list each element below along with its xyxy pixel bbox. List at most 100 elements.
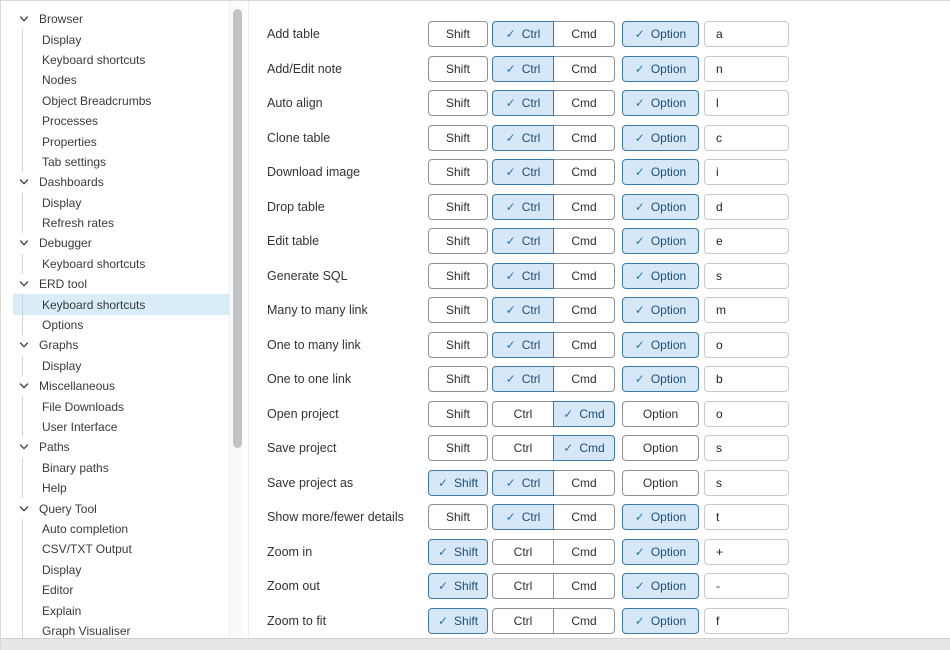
option-toggle[interactable]: ✓Option (622, 21, 699, 47)
key-input[interactable] (704, 90, 789, 116)
shift-toggle[interactable]: Shift (428, 228, 488, 254)
sidebar-item-nodes[interactable]: Nodes (13, 70, 229, 90)
chevron-down-icon[interactable] (15, 442, 33, 452)
sidebar-item-properties[interactable]: Properties (13, 131, 229, 151)
sidebar-item-display[interactable]: Display (13, 356, 229, 376)
cmd-toggle[interactable]: Cmd (553, 608, 615, 634)
cmd-toggle[interactable]: Cmd (553, 125, 615, 151)
key-input[interactable] (704, 435, 789, 461)
shift-toggle[interactable]: ✓Shift (428, 539, 488, 565)
option-toggle[interactable]: Option (622, 401, 699, 427)
ctrl-toggle[interactable]: ✓Ctrl (492, 504, 554, 530)
ctrl-toggle[interactable]: Ctrl (492, 401, 554, 427)
option-toggle[interactable]: ✓Option (622, 228, 699, 254)
key-input[interactable] (704, 401, 789, 427)
key-input[interactable] (704, 263, 789, 289)
key-input[interactable] (704, 504, 789, 530)
sidebar-item-file-downloads[interactable]: File Downloads (13, 396, 229, 416)
option-toggle[interactable]: ✓Option (622, 573, 699, 599)
sidebar-item-display[interactable]: Display (13, 193, 229, 213)
sidebar-item-processes[interactable]: Processes (13, 111, 229, 131)
sidebar-item-display[interactable]: Display (13, 560, 229, 580)
option-toggle[interactable]: ✓Option (622, 125, 699, 151)
sidebar-item-graphs[interactable]: Graphs (13, 335, 229, 355)
shift-toggle[interactable]: Shift (428, 56, 488, 82)
cmd-toggle[interactable]: Cmd (553, 90, 615, 116)
shift-toggle[interactable]: Shift (428, 21, 488, 47)
option-toggle[interactable]: ✓Option (622, 366, 699, 392)
ctrl-toggle[interactable]: ✓Ctrl (492, 366, 554, 392)
option-toggle[interactable]: ✓Option (622, 504, 699, 530)
sidebar-item-query-tool[interactable]: Query Tool (13, 498, 229, 518)
option-toggle[interactable]: ✓Option (622, 608, 699, 634)
sidebar-item-help[interactable]: Help (13, 478, 229, 498)
cmd-toggle[interactable]: ✓Cmd (553, 401, 615, 427)
cmd-toggle[interactable]: ✓Cmd (553, 435, 615, 461)
chevron-down-icon[interactable] (15, 279, 33, 289)
sidebar-item-display[interactable]: Display (13, 29, 229, 49)
sidebar-item-keyboard-shortcuts[interactable]: Keyboard shortcuts (13, 294, 229, 314)
sidebar-item-csv-txt-output[interactable]: CSV/TXT Output (13, 539, 229, 559)
ctrl-toggle[interactable]: ✓Ctrl (492, 263, 554, 289)
option-toggle[interactable]: ✓Option (622, 56, 699, 82)
sidebar-scrollbar-thumb[interactable] (233, 9, 242, 448)
sidebar-item-paths[interactable]: Paths (13, 437, 229, 457)
shift-toggle[interactable]: ✓Shift (428, 608, 488, 634)
key-input[interactable] (704, 297, 789, 323)
shift-toggle[interactable]: ✓Shift (428, 470, 488, 496)
key-input[interactable] (704, 332, 789, 358)
ctrl-toggle[interactable]: ✓Ctrl (492, 159, 554, 185)
option-toggle[interactable]: Option (622, 470, 699, 496)
cmd-toggle[interactable]: Cmd (553, 56, 615, 82)
key-input[interactable] (704, 470, 789, 496)
option-toggle[interactable]: ✓Option (622, 263, 699, 289)
ctrl-toggle[interactable]: ✓Ctrl (492, 332, 554, 358)
option-toggle[interactable]: ✓Option (622, 90, 699, 116)
cmd-toggle[interactable]: Cmd (553, 21, 615, 47)
cmd-toggle[interactable]: Cmd (553, 332, 615, 358)
shift-toggle[interactable]: Shift (428, 194, 488, 220)
key-input[interactable] (704, 21, 789, 47)
shift-toggle[interactable]: Shift (428, 366, 488, 392)
cmd-toggle[interactable]: Cmd (553, 573, 615, 599)
cmd-toggle[interactable]: Cmd (553, 159, 615, 185)
ctrl-toggle[interactable]: ✓Ctrl (492, 125, 554, 151)
sidebar-item-dashboards[interactable]: Dashboards (13, 172, 229, 192)
sidebar-item-options[interactable]: Options (13, 315, 229, 335)
shift-toggle[interactable]: Shift (428, 125, 488, 151)
cmd-toggle[interactable]: Cmd (553, 539, 615, 565)
cmd-toggle[interactable]: Cmd (553, 297, 615, 323)
ctrl-toggle[interactable]: Ctrl (492, 608, 554, 634)
cmd-toggle[interactable]: Cmd (553, 228, 615, 254)
sidebar-item-editor[interactable]: Editor (13, 580, 229, 600)
ctrl-toggle[interactable]: Ctrl (492, 539, 554, 565)
key-input[interactable] (704, 56, 789, 82)
shift-toggle[interactable]: Shift (428, 297, 488, 323)
ctrl-toggle[interactable]: ✓Ctrl (492, 21, 554, 47)
chevron-down-icon[interactable] (15, 177, 33, 187)
key-input[interactable] (704, 194, 789, 220)
sidebar-item-browser[interactable]: Browser (13, 9, 229, 29)
cmd-toggle[interactable]: Cmd (553, 470, 615, 496)
key-input[interactable] (704, 159, 789, 185)
chevron-down-icon[interactable] (15, 340, 33, 350)
ctrl-toggle[interactable]: ✓Ctrl (492, 56, 554, 82)
option-toggle[interactable]: ✓Option (622, 159, 699, 185)
shift-toggle[interactable]: Shift (428, 435, 488, 461)
key-input[interactable] (704, 539, 789, 565)
ctrl-toggle[interactable]: ✓Ctrl (492, 470, 554, 496)
sidebar-item-keyboard-shortcuts[interactable]: Keyboard shortcuts (13, 254, 229, 274)
shift-toggle[interactable]: Shift (428, 401, 488, 427)
shift-toggle[interactable]: Shift (428, 90, 488, 116)
option-toggle[interactable]: ✓Option (622, 332, 699, 358)
cmd-toggle[interactable]: Cmd (553, 194, 615, 220)
shift-toggle[interactable]: Shift (428, 332, 488, 358)
cmd-toggle[interactable]: Cmd (553, 504, 615, 530)
sidebar-item-refresh-rates[interactable]: Refresh rates (13, 213, 229, 233)
option-toggle[interactable]: Option (622, 435, 699, 461)
chevron-down-icon[interactable] (15, 504, 33, 514)
key-input[interactable] (704, 608, 789, 634)
cmd-toggle[interactable]: Cmd (553, 263, 615, 289)
chevron-down-icon[interactable] (15, 238, 33, 248)
shift-toggle[interactable]: Shift (428, 159, 488, 185)
